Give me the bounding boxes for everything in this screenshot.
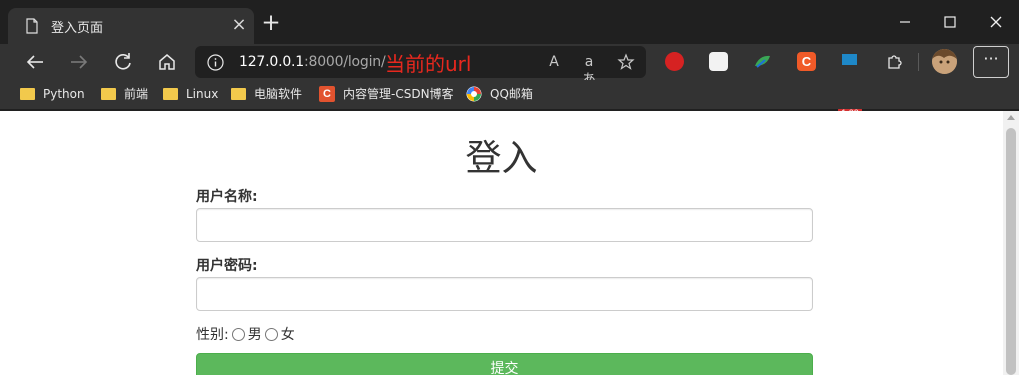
extension-speed-icon[interactable] (840, 52, 859, 71)
tab-login[interactable]: 登入页面 × (8, 8, 254, 44)
extension-ghost-icon[interactable] (709, 52, 728, 71)
bookmark-frontend[interactable]: 前端 (101, 86, 148, 104)
url-text[interactable]: 127.0.0.1:8000/login/ (239, 54, 386, 70)
read-aloud-icon[interactable]: A (545, 53, 563, 71)
gender-row: 性别: 男 女 (196, 324, 295, 344)
extensions-puzzle-icon[interactable] (885, 52, 904, 71)
gender-label: 性别: (196, 327, 229, 343)
qq-mail-icon (466, 86, 482, 101)
url-path: :8000/login/ (304, 54, 386, 70)
url-annotation: 当前的url (385, 52, 472, 76)
bookmarks-bar: Python 前端 Linux 电脑软件 C 内容管理-CSDN博客 QQ邮箱 (0, 80, 1019, 109)
settings-menu-button[interactable]: ··· (973, 46, 1009, 78)
page-viewport: 登入 用户名称: 用户密码: 性别: 男 女 提交 (0, 111, 1019, 375)
toolbar-divider (918, 53, 919, 71)
address-toolbar: 127.0.0.1:8000/login/ A aあ C 1.00 (0, 44, 1019, 119)
scrollbar-thumb[interactable] (1006, 128, 1016, 375)
tab-title: 登入页面 (51, 21, 104, 36)
tab-bar: 登入页面 × + (0, 0, 1019, 44)
new-tab-button[interactable]: + (260, 12, 282, 35)
forward-icon[interactable] (67, 50, 91, 74)
extension-csdn-icon[interactable]: C (797, 52, 816, 71)
reload-icon[interactable] (111, 50, 135, 74)
password-input[interactable] (196, 277, 813, 311)
bookmark-qq-mail[interactable]: QQ邮箱 (466, 86, 533, 104)
info-icon[interactable] (207, 54, 224, 71)
gender-female-radio[interactable] (264, 327, 278, 341)
close-icon[interactable] (984, 12, 1008, 32)
maximize-icon[interactable] (938, 12, 962, 32)
extension-red-icon[interactable] (665, 52, 684, 71)
avatar-image (932, 49, 957, 74)
gender-male-radio[interactable] (231, 327, 245, 341)
folder-icon (163, 87, 178, 100)
profile-avatar[interactable] (932, 49, 957, 74)
bookmark-label: 前端 (124, 87, 149, 101)
back-icon[interactable] (23, 50, 47, 74)
page-icon (26, 18, 38, 34)
password-label: 用户密码: (196, 258, 258, 274)
bookmark-label: 内容管理-CSDN博客 (343, 87, 454, 101)
folder-icon (101, 87, 116, 100)
home-icon[interactable] (155, 50, 179, 74)
tab-close-button[interactable]: × (230, 16, 248, 34)
bookmark-label: QQ邮箱 (490, 87, 533, 101)
gender-female-label: 女 (280, 327, 295, 343)
username-input[interactable] (196, 208, 813, 242)
vertical-scrollbar[interactable] (1003, 111, 1019, 375)
csdn-icon: C (319, 85, 335, 102)
extension-leaf-icon[interactable] (753, 52, 772, 71)
bookmark-label: Linux (186, 87, 219, 101)
bookmark-label: Python (43, 87, 85, 101)
bookmark-csdn[interactable]: C 内容管理-CSDN博客 (319, 85, 454, 104)
url-host: 127.0.0.1 (239, 54, 304, 70)
bookmark-linux[interactable]: Linux (163, 86, 218, 104)
page-title: 登入 (465, 138, 538, 179)
browser-window: 登入页面 × + 127.0.0.1:8000/login/ A a C ···… (0, 0, 1019, 375)
folder-icon (231, 87, 246, 100)
bookmark-label: 电脑软件 (254, 87, 303, 101)
username-label: 用户名称: (196, 189, 258, 205)
folder-icon (20, 87, 35, 100)
minimize-icon[interactable] (893, 12, 917, 32)
gender-male-label: 男 (247, 327, 262, 343)
submit-button[interactable]: 提交 (196, 353, 813, 375)
bookmark-pc-software[interactable]: 电脑软件 (231, 86, 302, 104)
scroll-up-arrow-icon[interactable] (1007, 115, 1015, 120)
favorite-star-icon[interactable] (617, 53, 635, 71)
translate-icon[interactable]: aあ (580, 53, 598, 88)
bookmark-python[interactable]: Python (20, 86, 85, 104)
